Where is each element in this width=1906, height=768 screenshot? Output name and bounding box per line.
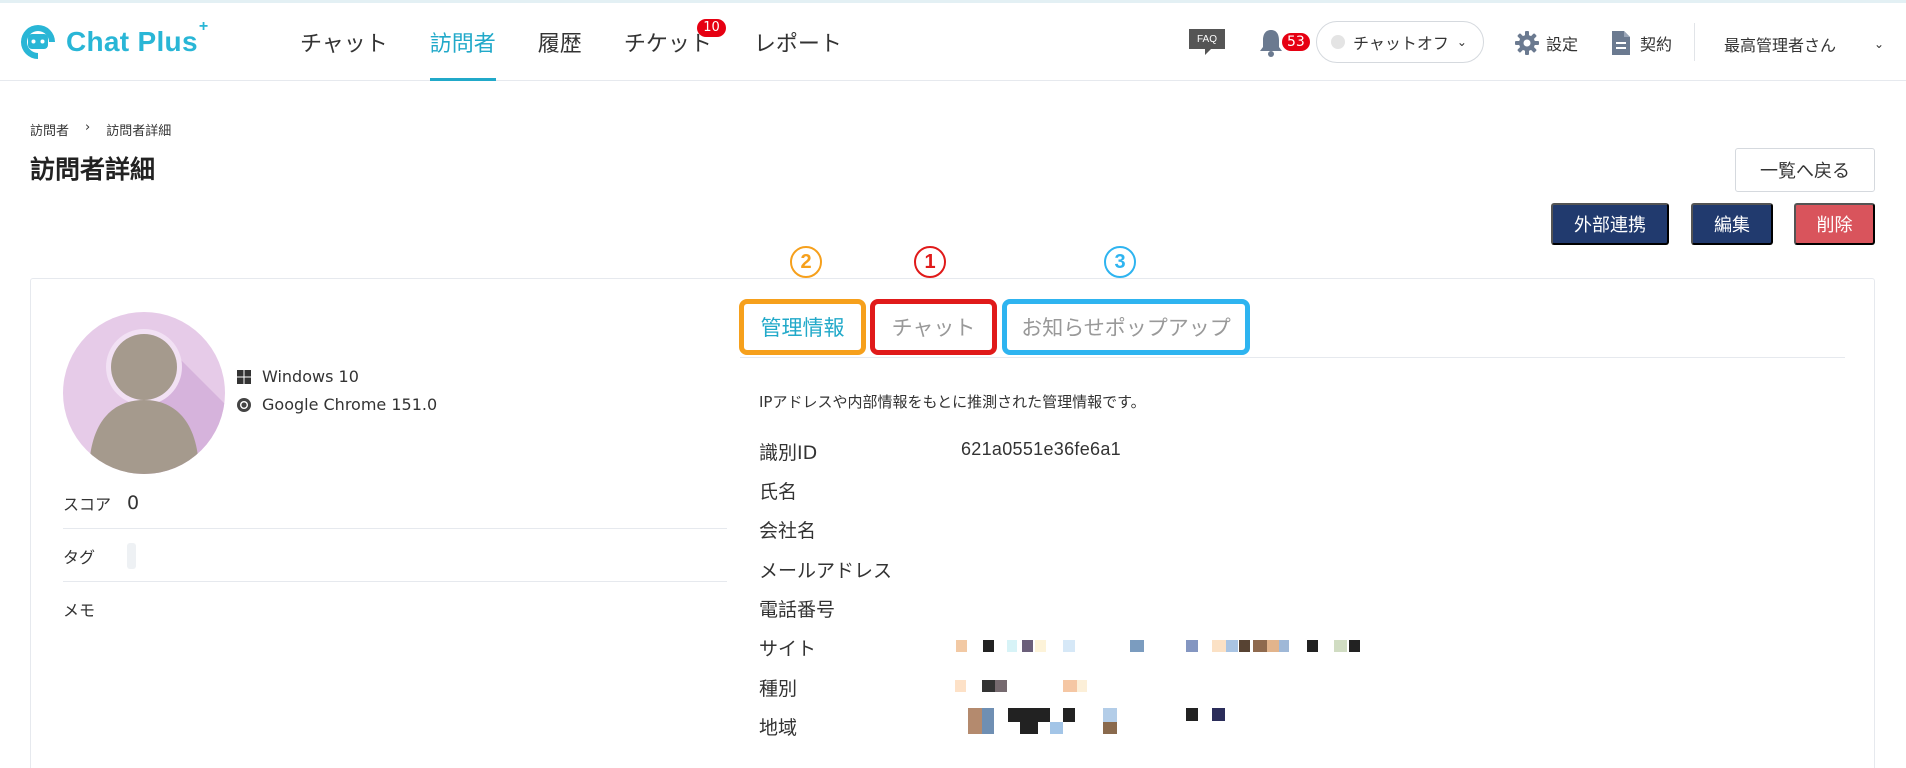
chrome-icon [237,397,251,412]
field-label-region: 地域 [759,717,798,739]
score-label: スコア [63,494,112,514]
score-row: スコア 0 [63,477,727,529]
notification-count-badge: 53 [1282,33,1310,51]
memo-label: メモ [63,601,96,620]
chatplus-logo[interactable]: Chat Plus+ [18,18,209,63]
breadcrumb-visitors[interactable]: 訪問者 [30,120,69,139]
memo-row[interactable]: メモ [63,583,727,635]
document-icon [1612,31,1630,55]
back-to-list-button[interactable]: 一覧へ戻る [1735,148,1875,192]
admin-info-description: IPアドレスや内部情報をもとに推測された管理情報です。 [759,393,1146,411]
tag-row[interactable]: タグ [63,530,727,582]
chat-bubble-logo-icon [20,24,55,59]
field-label-type: 種別 [759,678,798,700]
tab-marker-2: 2 [790,246,822,278]
field-label-name: 氏名 [759,481,798,503]
tabs-divider [740,357,1845,358]
faq-icon[interactable]: FAQ [1187,27,1227,57]
field-label-site: サイト [759,638,817,660]
notification-bell-icon[interactable] [1258,27,1284,57]
chat-status-select[interactable]: チャットオフ ⌄ [1316,21,1484,63]
nav-history[interactable]: 履歴 [538,3,582,81]
app-header: Chat Plus+ チャット 訪問者 履歴 チケット 10 レポート FAQ 5… [0,3,1906,81]
chevron-down-icon: ⌄ [1873,37,1884,51]
tag-chip[interactable] [127,542,136,569]
tag-label: タグ [63,547,96,567]
tab-marker-1: 1 [914,246,946,278]
contract-label: 契約 [1640,35,1673,54]
user-menu[interactable]: 最高管理者さん ⌄ [1724,32,1884,56]
visitor-browser: Google Chrome 151.0 [236,395,437,414]
tab-chat[interactable]: チャット [870,299,997,355]
field-label-company: 会社名 [759,520,817,542]
visitor-avatar [63,312,225,474]
nav-visitors[interactable]: 訪問者 [429,3,496,81]
field-label-email: メールアドレス [759,560,893,582]
visitor-os: Windows 10 [236,367,359,386]
svg-text:FAQ: FAQ [1197,34,1217,45]
field-label-id: 識別ID [759,442,818,464]
page-title: 訪問者詳細 [30,155,156,184]
nav-reports[interactable]: レポート [754,3,842,81]
nav-tickets[interactable]: チケット 10 [624,3,726,81]
score-value: 0 [127,491,140,514]
breadcrumb-separator: › [85,120,91,135]
breadcrumb: 訪問者 › 訪問者詳細 [30,120,171,139]
contract-link[interactable]: 契約 [1610,30,1672,56]
field-label-phone: 電話番号 [759,599,836,621]
chat-status-label: チャットオフ [1353,34,1449,53]
main-nav: チャット 訪問者 履歴 チケット 10 レポート [300,3,884,81]
settings-label: 設定 [1546,35,1579,54]
windows-icon [237,369,251,384]
breadcrumb-current: 訪問者詳細 [106,124,172,139]
nav-chat[interactable]: チャット [300,3,388,81]
edit-button[interactable]: 編集 [1691,203,1773,245]
brand-name: Chat Plus+ [66,18,209,57]
external-integration-button[interactable]: 外部連携 [1551,203,1669,245]
status-dot-icon [1331,35,1345,49]
field-value-id: 621a0551e36fe6a1 [961,439,1121,459]
gear-icon [1515,31,1539,55]
tab-marker-3: 3 [1104,246,1136,278]
header-divider [1694,23,1695,61]
tab-notification-popup[interactable]: お知らせポップアップ [1002,299,1250,355]
chevron-down-icon: ⌄ [1456,35,1467,49]
delete-button[interactable]: 削除 [1794,203,1875,245]
user-name: 最高管理者さん [1724,36,1837,55]
settings-link[interactable]: 設定 [1514,30,1578,56]
ticket-count-badge: 10 [697,19,726,37]
tab-admin-info[interactable]: 管理情報 [739,299,866,355]
